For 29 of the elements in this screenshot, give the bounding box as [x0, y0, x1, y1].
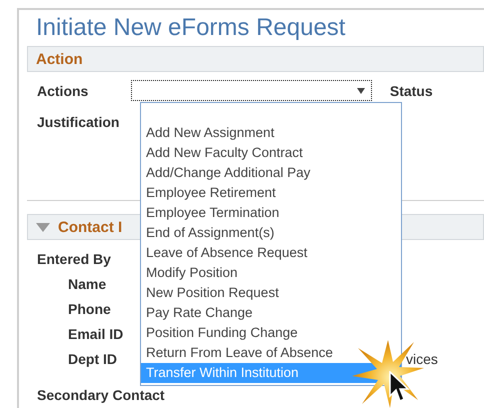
dropdown-option[interactable]: Employee Retirement [141, 183, 401, 203]
field-label: Justification [37, 113, 120, 131]
dropdown-caret-icon [356, 88, 365, 94]
field-label: Actions [37, 82, 90, 100]
dropdown-option[interactable]: Return From Leave of Absence [141, 343, 401, 363]
page-title: Initiate New eForms Request [35, 13, 346, 43]
field-label: Entered By [37, 250, 111, 268]
dropdown-option[interactable]: Employee Termination [141, 203, 401, 223]
field-label: Name [68, 276, 106, 292]
collapse-triangle-icon [36, 222, 50, 232]
field-label: Email ID [68, 326, 124, 342]
field-value: vices [406, 351, 438, 367]
section-title: Contact I [58, 218, 122, 236]
section-title: Action [36, 50, 83, 68]
dropdown-option[interactable]: Add New Faculty Contract [141, 143, 401, 163]
dropdown-option[interactable]: Add/Change Additional Pay [141, 163, 401, 183]
field-label: Status [390, 82, 434, 100]
field-label: Dept ID [68, 350, 117, 366]
cursor-icon [389, 371, 411, 403]
dropdown-option[interactable]: Modify Position [141, 263, 401, 283]
field-label: Phone [68, 300, 111, 316]
dropdown-option[interactable]: Position Funding Change [141, 323, 401, 343]
dropdown-option[interactable]: Pay Rate Change [141, 303, 401, 323]
field-label: Secondary Contact [37, 386, 165, 404]
actions-select[interactable] [131, 80, 372, 101]
dropdown-option[interactable]: Leave of Absence Request [141, 243, 401, 263]
dropdown-option[interactable]: Add New Assignment [141, 123, 401, 143]
dropdown-option[interactable]: New Position Request [141, 283, 401, 303]
dropdown-option[interactable]: End of Assignment(s) [141, 223, 401, 243]
